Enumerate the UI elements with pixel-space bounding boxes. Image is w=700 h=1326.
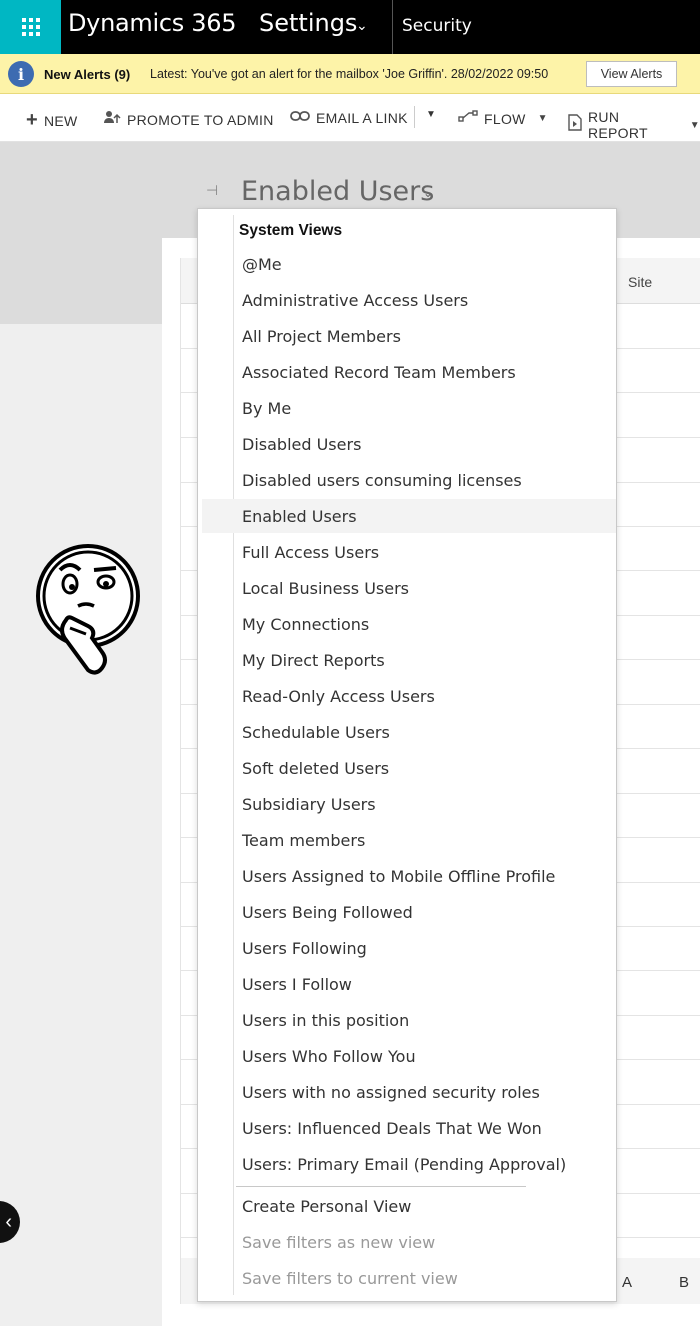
alerts-latest-text: Latest: You've got an alert for the mail… xyxy=(150,67,549,81)
chevron-down-icon[interactable]: ⌄ xyxy=(423,186,433,200)
promote-to-admin-button[interactable]: PROMOTE TO ADMIN xyxy=(103,109,274,130)
save-filters-new-view-option: Save filters as new view xyxy=(242,1232,436,1252)
view-option[interactable]: Users Who Follow You xyxy=(202,1039,616,1073)
view-option[interactable]: Team members xyxy=(202,823,616,857)
view-option[interactable]: Subsidiary Users xyxy=(202,787,616,821)
caret-down-icon: ▼ xyxy=(537,113,548,124)
view-option[interactable]: My Connections xyxy=(202,607,616,641)
link-icon xyxy=(290,109,310,127)
view-selector-title[interactable]: Enabled Users xyxy=(241,176,434,207)
plus-icon: + xyxy=(26,109,38,131)
view-option[interactable]: My Direct Reports xyxy=(202,643,616,677)
app-title[interactable]: Dynamics 365 xyxy=(68,9,236,37)
new-button[interactable]: + NEW xyxy=(26,109,78,132)
back-button[interactable]: ‹ xyxy=(0,1201,20,1243)
command-bar: + NEW PROMOTE TO ADMIN EMAIL A LINK ▼ FL… xyxy=(0,94,700,142)
nav-divider xyxy=(392,0,393,54)
create-personal-view-option[interactable]: Create Personal View xyxy=(202,1189,616,1223)
email-label: EMAIL A LINK xyxy=(316,110,408,126)
flow-button[interactable]: FLOW ▼ xyxy=(458,109,548,128)
view-option[interactable]: Local Business Users xyxy=(202,571,616,605)
nav-page-security[interactable]: Security xyxy=(402,16,472,36)
view-option[interactable]: Users Assigned to Mobile Offline Profile xyxy=(202,859,616,893)
chevron-left-icon: ‹ xyxy=(5,1210,12,1233)
flow-label: FLOW xyxy=(484,110,526,127)
app-launcher-button[interactable] xyxy=(0,0,61,54)
view-option[interactable]: Users in this position xyxy=(202,1003,616,1037)
waffle-icon xyxy=(21,18,40,36)
alerts-title[interactable]: New Alerts (9) xyxy=(44,67,130,82)
chevron-down-icon[interactable]: ⌄ xyxy=(356,17,368,34)
view-option[interactable]: Users: Influenced Deals That We Won xyxy=(202,1111,616,1145)
view-option[interactable]: Disabled users consuming licenses xyxy=(202,463,616,497)
view-option[interactable]: Read-Only Access Users xyxy=(202,679,616,713)
command-separator xyxy=(414,106,415,128)
view-option[interactable]: By Me xyxy=(202,391,616,425)
email-a-link-button[interactable]: EMAIL A LINK xyxy=(290,109,408,127)
run-report-button[interactable]: RUN REPORT ▼ xyxy=(568,109,700,141)
info-icon: i xyxy=(8,61,34,87)
view-option[interactable]: Users: Primary Email (Pending Approval) xyxy=(202,1147,616,1181)
alpha-filter-b[interactable]: B xyxy=(679,1274,689,1291)
view-option[interactable]: Users Being Followed xyxy=(202,895,616,929)
system-views-heading: System Views xyxy=(239,222,343,239)
view-option[interactable]: Users I Follow xyxy=(202,967,616,1001)
save-filters-current-view-option: Save filters to current view xyxy=(242,1268,458,1288)
view-option[interactable]: Users Following xyxy=(202,931,616,965)
view-option[interactable]: Associated Record Team Members xyxy=(202,355,616,389)
new-label: NEW xyxy=(43,112,78,129)
view-option[interactable]: Schedulable Users xyxy=(202,715,616,749)
run-report-label: RUN REPORT xyxy=(588,109,648,141)
column-header-site[interactable]: Site xyxy=(628,274,652,290)
view-option[interactable]: All Project Members xyxy=(202,319,616,353)
alerts-bar: i New Alerts (9) Latest: You've got an a… xyxy=(0,54,700,94)
thinking-face-sticker xyxy=(36,540,144,680)
view-selector-dropdown: System Views @Me Administrative Access U… xyxy=(197,208,617,1302)
caret-down-icon: ▼ xyxy=(689,119,700,131)
view-option[interactable]: Users with no assigned security roles xyxy=(202,1075,616,1109)
user-promote-icon xyxy=(103,109,121,130)
nav-area-menu[interactable]: Settings xyxy=(259,9,357,37)
top-nav-bar: Dynamics 365 Settings ⌄ Security xyxy=(0,0,700,54)
view-option[interactable]: Full Access Users xyxy=(202,535,616,569)
view-option[interactable]: @Me xyxy=(202,247,616,281)
more-commands-button[interactable]: ▼ xyxy=(426,109,436,120)
flow-icon xyxy=(458,109,478,128)
view-option-selected[interactable]: Enabled Users xyxy=(202,499,616,533)
view-option[interactable]: Soft deleted Users xyxy=(202,751,616,785)
pin-icon[interactable]: ⊣ xyxy=(206,182,218,199)
dropdown-separator xyxy=(236,1186,526,1187)
caret-down-icon: ▼ xyxy=(426,109,437,120)
view-option[interactable]: Administrative Access Users xyxy=(202,283,616,317)
promote-label: PROMOTE TO ADMIN xyxy=(127,111,274,128)
alpha-filter-a[interactable]: A xyxy=(622,1274,632,1291)
view-option[interactable]: Disabled Users xyxy=(202,427,616,461)
report-icon xyxy=(568,114,582,136)
view-alerts-button[interactable]: View Alerts xyxy=(586,61,677,87)
